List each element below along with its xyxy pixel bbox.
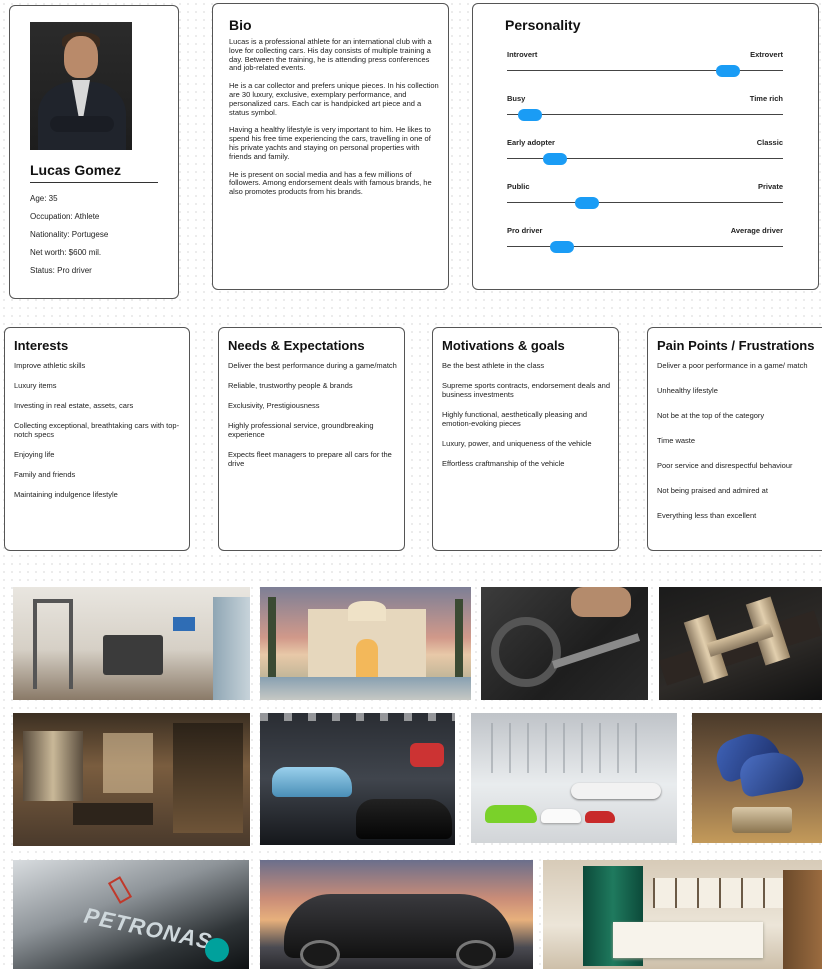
profile-photo <box>30 22 132 150</box>
bio-paragraph: He is present on social media and has a … <box>229 169 432 197</box>
needs-card: Needs & Expectations Deliver the best pe… <box>218 327 405 551</box>
list-item: Be the best athlete in the class <box>442 361 545 370</box>
slider-right-label: Average driver <box>730 226 783 235</box>
profile-card: Lucas Gomez Age: 35 Occupation: Athlete … <box>9 5 179 299</box>
fact-nationality: Nationality: Portugese <box>30 230 109 239</box>
motivations-title: Motivations & goals <box>442 338 565 353</box>
list-item: Supreme sports contracts, endorsement de… <box>442 381 611 399</box>
slider-thumb[interactable] <box>715 65 740 77</box>
home-gym-photo <box>13 587 250 700</box>
slider-track <box>507 202 783 203</box>
list-item: Reliable, trustworthy people & brands <box>228 381 353 390</box>
petronas-text: PETRONAS <box>81 902 215 955</box>
slider-introvert-extrovert: Introvert Extrovert <box>507 50 783 86</box>
motivations-list: Be the best athlete in the class Supreme… <box>442 361 612 479</box>
luxury-shoes-photo <box>692 713 822 843</box>
slider-left-label: Introvert <box>507 50 538 59</box>
personality-card: Personality Introvert Extrovert Busy Tim… <box>472 3 819 290</box>
slider-right-label: Extrovert <box>750 50 783 59</box>
slider-track <box>507 114 783 115</box>
profile-name: Lucas Gomez <box>30 162 122 178</box>
bio-paragraph: Having a healthy lifestyle is very impor… <box>229 125 431 161</box>
mansion-photo <box>260 587 471 700</box>
fact-net-worth: Net worth: $600 mil. <box>30 248 102 257</box>
slider-early-adopter-classic: Early adopter Classic <box>507 138 783 174</box>
slider-track <box>507 246 783 247</box>
list-item: Not be at the top of the category <box>657 411 765 420</box>
slider-right-label: Classic <box>756 138 783 147</box>
fact-occupation: Occupation: Athlete <box>30 212 100 221</box>
list-item: Enjoying life <box>14 450 55 459</box>
list-item: Highly functional, aesthetically pleasin… <box>442 410 588 428</box>
needs-list: Deliver the best performance during a ga… <box>228 361 398 479</box>
list-item: Luxury items <box>14 381 57 390</box>
interests-card: Interests Improve athletic skills Luxury… <box>4 327 190 551</box>
private-jet-hangar-photo <box>471 713 677 843</box>
list-item: Deliver the best performance during a ga… <box>228 361 397 370</box>
slider-thumb[interactable] <box>575 197 600 209</box>
slider-thumb[interactable] <box>550 241 575 253</box>
slider-busy-time-rich: Busy Time rich <box>507 94 783 130</box>
list-item: Not being praised and admired at <box>657 486 768 495</box>
watch-boutique-photo <box>543 860 822 969</box>
leather-belt-photo <box>659 587 822 700</box>
profile-divider <box>30 182 158 183</box>
list-item: Time waste <box>657 436 696 445</box>
list-item: Poor service and disrespectful behaviour <box>657 461 793 470</box>
interests-title: Interests <box>14 338 69 353</box>
personality-title: Personality <box>505 17 581 33</box>
slider-public-private: Public Private <box>507 182 783 218</box>
bio-title: Bio <box>229 17 252 33</box>
painpoints-card: Pain Points / Frustrations Deliver a poo… <box>647 327 822 551</box>
painpoints-title: Pain Points / Frustrations <box>657 338 815 353</box>
bio-card: Bio Lucas is a professional athlete for … <box>212 3 449 290</box>
rowing-machine-photo <box>481 587 648 700</box>
bio-paragraph: He is a car collector and prefers unique… <box>229 81 439 117</box>
list-item: Collecting exceptional, breathtaking car… <box>14 421 180 439</box>
list-item: Maintaining indulgence lifestyle <box>14 490 118 499</box>
fact-age: Age: 35 <box>30 194 58 203</box>
motivations-card: Motivations & goals Be the best athlete … <box>432 327 619 551</box>
car-garage-photo <box>260 713 455 845</box>
needs-title: Needs & Expectations <box>228 338 365 353</box>
list-item: Everything less than excellent <box>657 511 757 520</box>
hypercar-sunset-photo <box>260 860 533 969</box>
slider-track <box>507 70 783 71</box>
list-item: Expects fleet managers to prepare all ca… <box>228 450 392 468</box>
list-item: Unhealthy lifestyle <box>657 386 718 395</box>
list-item: Family and friends <box>14 470 76 479</box>
slider-left-label: Busy <box>507 94 526 103</box>
slider-thumb[interactable] <box>518 109 543 121</box>
slider-pro-average-driver: Pro driver Average driver <box>507 226 783 262</box>
bio-paragraph: Lucas is a professional athlete for an i… <box>229 37 432 73</box>
slider-left-label: Public <box>507 182 530 191</box>
profile-facts: Age: 35 Occupation: Athlete Nationality:… <box>30 194 108 284</box>
slider-left-label: Early adopter <box>507 138 555 147</box>
petronas-race-car-photo: PETRONAS <box>13 860 249 969</box>
painpoints-list: Deliver a poor performance in a game/ ma… <box>657 361 822 536</box>
slider-left-label: Pro driver <box>507 226 543 235</box>
list-item: Deliver a poor performance in a game/ ma… <box>657 361 808 370</box>
fact-status: Status: Pro driver <box>30 266 92 275</box>
list-item: Effortless craftmanship of the vehicle <box>442 459 565 468</box>
slider-right-label: Time rich <box>749 94 783 103</box>
list-item: Highly professional service, groundbreak… <box>228 421 374 439</box>
interests-list: Improve athletic skills Luxury items Inv… <box>14 361 184 510</box>
list-item: Improve athletic skills <box>14 361 86 370</box>
slider-thumb[interactable] <box>543 153 568 165</box>
luxury-boutique-photo <box>13 713 250 846</box>
bio-text: Lucas is a professional athlete for an i… <box>229 37 439 206</box>
list-item: Luxury, power, and uniqueness of the veh… <box>442 439 592 448</box>
slider-right-label: Private <box>757 182 783 191</box>
list-item: Exclusivity, Prestigiousness <box>228 401 320 410</box>
list-item: Investing in real estate, assets, cars <box>14 401 134 410</box>
